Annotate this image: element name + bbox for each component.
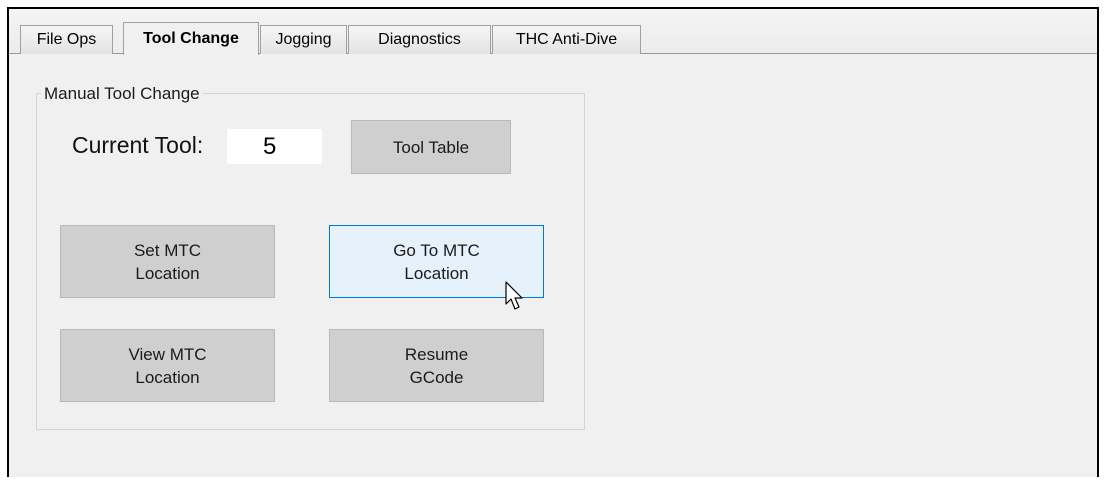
app-window: File Ops Tool Change Jogging Diagnostics… xyxy=(7,7,1099,477)
set-mtc-location-button[interactable]: Set MTC Location xyxy=(60,225,275,298)
tab-strip: File Ops Tool Change Jogging Diagnostics… xyxy=(9,9,1097,55)
tab-label: File Ops xyxy=(36,31,97,48)
tab-file-ops[interactable]: File Ops xyxy=(20,25,113,54)
tab-tool-change[interactable]: Tool Change xyxy=(123,22,259,55)
view-mtc-location-button[interactable]: View MTC Location xyxy=(60,329,275,402)
tab-jogging[interactable]: Jogging xyxy=(260,25,347,54)
current-tool-label: Current Tool: xyxy=(72,132,204,158)
arrow-pointer-icon xyxy=(505,281,523,310)
tool-table-button[interactable]: Tool Table xyxy=(351,120,511,174)
tab-thc-anti-dive[interactable]: THC Anti-Dive xyxy=(492,25,641,54)
current-tool-field[interactable] xyxy=(227,129,322,164)
tab-label: Jogging xyxy=(275,31,332,48)
tab-diagnostics[interactable]: Diagnostics xyxy=(348,25,491,54)
tab-label: Diagnostics xyxy=(378,31,461,48)
group-title: Manual Tool Change xyxy=(41,84,203,104)
tab-label: THC Anti-Dive xyxy=(515,31,618,48)
tab-label: Tool Change xyxy=(143,30,239,47)
resume-gcode-button[interactable]: Resume GCode xyxy=(329,329,544,402)
